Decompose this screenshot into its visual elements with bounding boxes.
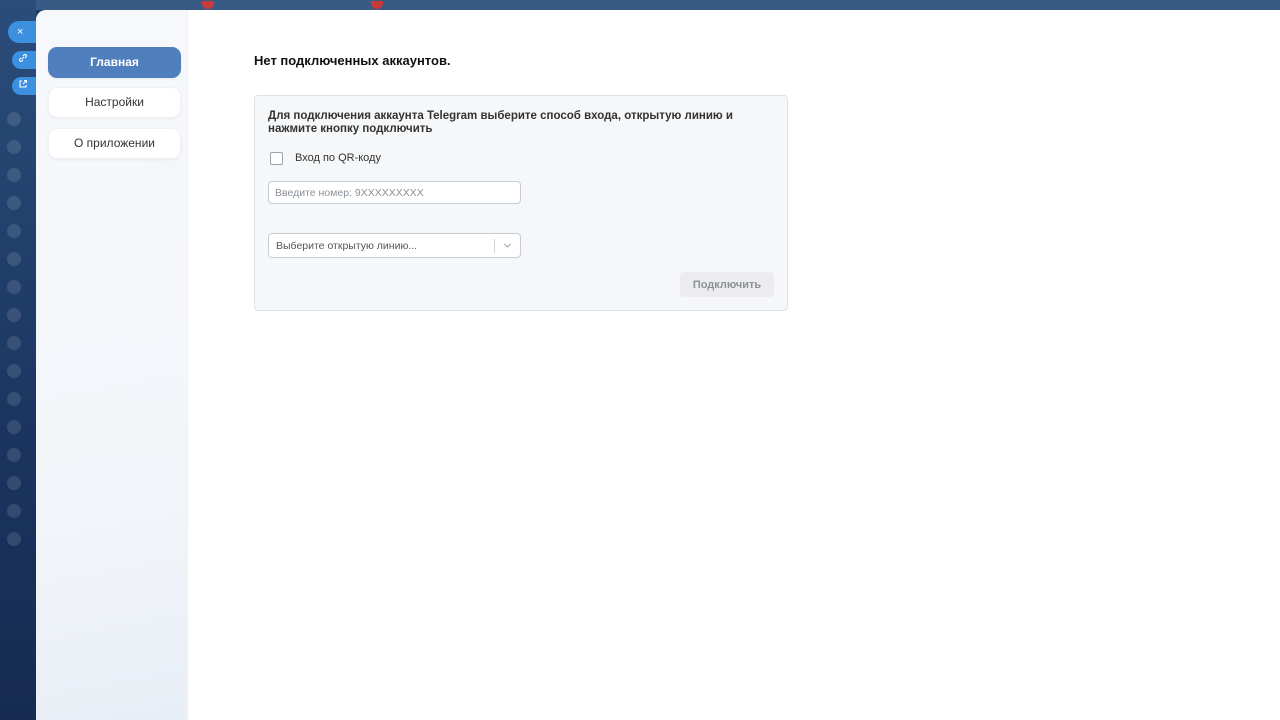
chevron-down-icon: [504, 243, 511, 248]
background-sidebar-icon: [7, 112, 21, 126]
slider-open-new-window-icon[interactable]: [12, 77, 36, 95]
background-sidebar-icon: [7, 280, 21, 294]
background-sidebar-icon: [7, 420, 21, 434]
app-slider-panel: Главная Настройки О приложении Нет подкл…: [36, 10, 1280, 720]
phone-number-input[interactable]: [268, 181, 521, 204]
background-sidebar-icon: [7, 532, 21, 546]
slider-copy-link-icon[interactable]: [12, 51, 36, 69]
background-sidebar-icon: [7, 392, 21, 406]
qr-login-row: Вход по QR-коду: [270, 150, 381, 166]
background-sidebar-icon: [7, 252, 21, 266]
left-navigation: Главная Настройки О приложении: [36, 10, 188, 720]
open-line-select-placeholder: Выберите открытую линию...: [276, 240, 418, 252]
background-notification-dot: [371, 1, 383, 9]
qr-login-label[interactable]: Вход по QR-коду: [295, 152, 381, 164]
nav-item-about[interactable]: О приложении: [48, 128, 181, 159]
nav-item-home[interactable]: Главная: [48, 47, 181, 78]
background-sidebar-icon: [7, 364, 21, 378]
page-title: Нет подключенных аккаунтов.: [254, 53, 451, 68]
background-sidebar-icon: [7, 168, 21, 182]
background-sidebar-icon: [7, 196, 21, 210]
background-topbar: [0, 0, 1280, 10]
background-sidebar-icon: [7, 336, 21, 350]
background-notification-dot: [202, 1, 214, 9]
connect-button[interactable]: Подключить: [680, 272, 774, 297]
nav-item-settings[interactable]: Настройки: [48, 87, 181, 118]
background-sidebar-icon: [7, 140, 21, 154]
background-sidebar: [0, 0, 36, 720]
background-sidebar-icon: [7, 504, 21, 518]
open-line-select[interactable]: Выберите открытую линию...: [268, 233, 521, 258]
background-sidebar-icon: [7, 308, 21, 322]
background-sidebar-icon: [7, 224, 21, 238]
slider-close-button[interactable]: ×: [8, 21, 36, 43]
select-separator: [494, 239, 495, 253]
qr-login-checkbox[interactable]: [270, 151, 283, 165]
background-sidebar-icon: [7, 448, 21, 462]
connect-account-card: Для подключения аккаунта Telegram выбери…: [254, 95, 788, 311]
background-sidebar-icon: [7, 476, 21, 490]
connect-instructions: Для подключения аккаунта Telegram выбери…: [268, 110, 733, 135]
